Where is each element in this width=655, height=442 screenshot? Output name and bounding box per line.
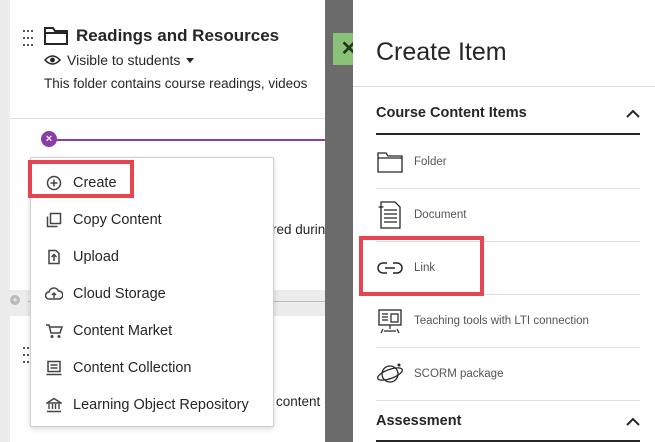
- visibility-label: Visible to students: [67, 52, 181, 68]
- caret-down-icon: [186, 57, 195, 63]
- chevron-up-icon: [626, 109, 640, 118]
- menu-item-cloud-storage[interactable]: Cloud Storage: [31, 275, 273, 312]
- create-item-document[interactable]: Document: [376, 188, 640, 242]
- menu-item-upload[interactable]: Upload: [31, 238, 273, 275]
- menu-item-content-market[interactable]: Content Market: [31, 312, 273, 349]
- panel-title: Create Item: [376, 38, 507, 66]
- folder-title[interactable]: Readings and Resources: [76, 26, 279, 46]
- highlight-create: [28, 160, 134, 198]
- close-add-menu-icon[interactable]: ×: [41, 131, 57, 147]
- folder-description: This folder contains course readings, vi…: [44, 76, 308, 91]
- create-item-scorm[interactable]: SCORM package: [376, 347, 640, 401]
- modal-overlay: [325, 0, 353, 442]
- visibility-dropdown[interactable]: Visible to students: [44, 52, 195, 68]
- folder-icon: [376, 148, 404, 176]
- menu-item-content-collection[interactable]: Content Collection: [31, 349, 273, 386]
- create-item-folder[interactable]: Folder: [376, 135, 640, 189]
- eye-icon: [44, 55, 61, 65]
- section-assessment[interactable]: Assessment: [376, 413, 640, 429]
- highlight-link: [359, 236, 484, 296]
- chevron-up-icon: [626, 417, 640, 426]
- menu-item-copy-content[interactable]: Copy Content: [31, 201, 273, 238]
- plus-icon: +: [10, 295, 20, 305]
- cloud-upload-icon: [45, 285, 63, 303]
- cart-icon: [45, 322, 63, 340]
- folder-icon: [44, 25, 68, 50]
- repository-icon: [45, 396, 63, 414]
- scorm-icon: [376, 360, 404, 388]
- section-course-content-items[interactable]: Course Content Items: [376, 105, 640, 121]
- obscured-text: content: [276, 394, 321, 409]
- upload-icon: [45, 248, 63, 266]
- lti-tool-icon: [376, 307, 404, 335]
- create-item-panel: Create Item Course Content Items Folder …: [353, 0, 655, 442]
- menu-item-learning-object-repository[interactable]: Learning Object Repository: [31, 386, 273, 423]
- document-icon: [376, 200, 404, 229]
- collection-icon: [45, 359, 63, 377]
- divider: [353, 86, 655, 87]
- drag-handle-icon[interactable]: [23, 30, 33, 51]
- create-item-lti-tool[interactable]: Teaching tools with LTI connection: [376, 294, 640, 348]
- divider: [10, 118, 330, 119]
- add-content-line: [55, 139, 330, 141]
- copy-icon: [45, 211, 63, 229]
- course-content-area: Readings and Resources Visible to studen…: [0, 0, 330, 442]
- obscured-text: red durin: [272, 222, 326, 237]
